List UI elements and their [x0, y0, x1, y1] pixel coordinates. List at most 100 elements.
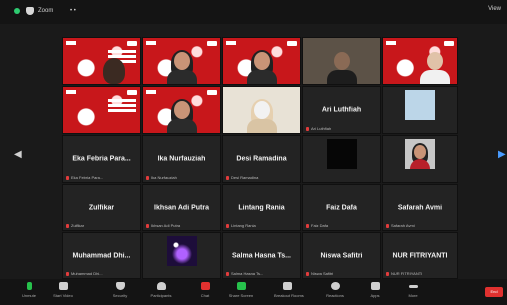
mic-muted-icon — [66, 175, 69, 180]
name-tile[interactable]: Muhammad Dhi... Muhammad Dhi... — [62, 232, 141, 279]
participant-label: Eka Febria Para... — [66, 175, 103, 180]
participant-video — [419, 50, 450, 84]
name-tile[interactable]: Safarah Avmi Safarah Avmi — [382, 184, 458, 231]
previous-page-arrow-icon[interactable]: ◀ — [14, 150, 22, 160]
name-tile[interactable]: Ikhsan Adi Putra Ikhsan Adi Putra — [142, 184, 221, 231]
participant-label: Niswa Safitri — [306, 271, 333, 276]
participant-name: Salma Hasna Ts... — [231, 252, 291, 259]
next-page-arrow-icon[interactable]: ▶ — [498, 150, 506, 160]
participant-video — [103, 58, 125, 84]
participant-name: Desi Ramadina — [236, 155, 287, 163]
slide-video — [63, 38, 140, 84]
name-tile[interactable]: Lintang Rania Lintang Rania — [222, 184, 301, 231]
participant-name: Ari Luthfiah — [321, 106, 362, 114]
breakout-rooms-icon — [282, 282, 292, 290]
gallery-grid: Ari Luthfiah Ari Luthfiah Eka Febria Par… — [62, 37, 458, 279]
participant-video — [326, 50, 357, 84]
video-tile[interactable] — [222, 86, 301, 134]
video-camera-icon — [58, 282, 68, 290]
start-video-button[interactable]: Start Video — [50, 282, 76, 298]
share-screen-button[interactable]: Share Screen — [228, 282, 254, 298]
name-tile[interactable]: Niswa Safitri Niswa Safitri — [302, 232, 381, 279]
mic-muted-icon — [66, 271, 69, 276]
mic-muted-icon — [306, 223, 309, 228]
video-tile[interactable] — [62, 37, 141, 85]
mic-muted-icon — [306, 271, 309, 276]
name-tile[interactable]: Salma Hasna Ts... Salma Hasna Ts... — [222, 232, 301, 279]
video-tile[interactable] — [302, 37, 381, 85]
name-tile[interactable]: Ika Nurfauziah Ika Nurfauziah — [142, 135, 221, 183]
participant-label: Salma Hasna Ts... — [226, 271, 263, 276]
participant-name: Muhammad Dhi... — [72, 252, 131, 259]
window-title: Zoom — [38, 8, 54, 14]
mic-muted-icon — [386, 271, 389, 276]
mic-muted-icon — [386, 223, 389, 228]
video-tile[interactable] — [142, 86, 221, 134]
participant-video — [166, 50, 197, 84]
chat-button[interactable]: Chat — [192, 282, 218, 298]
name-tile[interactable]: Eka Febria Para... Eka Febria Para... — [62, 135, 141, 183]
share-screen-icon — [236, 282, 246, 290]
video-tile[interactable] — [382, 37, 458, 85]
name-tile[interactable]: NUR FITRIYANTI NUR FITRIYANTI — [382, 232, 458, 279]
mic-muted-icon — [306, 126, 309, 131]
participant-name: Ika Nurfauziah — [157, 155, 206, 163]
name-tile[interactable]: Desi Ramadina Desi Ramadina — [222, 135, 301, 183]
participant-label: Lintang Rania — [226, 223, 256, 228]
participant-name: Zulfikar — [88, 204, 115, 211]
profile-picture — [326, 139, 357, 169]
end-meeting-button[interactable]: End — [485, 287, 503, 297]
apps-button[interactable]: Apps — [362, 282, 388, 298]
participant-video — [166, 99, 197, 133]
more-dots-icon[interactable]: • • — [70, 6, 76, 16]
participants-button[interactable]: Participants — [148, 282, 174, 298]
shield-icon — [115, 282, 125, 290]
slide-video — [63, 87, 140, 133]
name-tile[interactable]: Zulfikar Zulfikar — [62, 184, 141, 231]
participant-name: Faiz Dafa — [326, 204, 357, 211]
participant-label: NUR FITRIYANTI — [386, 271, 422, 276]
mic-muted-icon — [226, 271, 229, 276]
name-tile[interactable]: Ari Luthfiah Ari Luthfiah — [302, 86, 381, 134]
security-button[interactable]: Security — [107, 282, 133, 298]
photo-tile[interactable] — [382, 135, 458, 183]
mic-muted-icon — [66, 223, 69, 228]
participant-name: Lintang Rania — [238, 204, 285, 211]
video-tile[interactable] — [222, 37, 301, 85]
participant-name: NUR FITRIYANTI — [392, 252, 448, 259]
participant-label: Ikhsan Adi Putra — [146, 223, 180, 228]
reactions-button[interactable]: Reactions — [322, 282, 348, 298]
participant-label: Faiz Dafa — [306, 223, 328, 228]
participant-name: Niswa Safitri — [320, 252, 363, 259]
mic-muted-icon — [146, 223, 149, 228]
shield-icon[interactable] — [26, 7, 34, 15]
view-button[interactable]: View — [488, 6, 501, 12]
breakout-rooms-button[interactable]: Breakout Rooms — [274, 282, 304, 298]
profile-picture — [405, 139, 435, 169]
participant-video — [246, 99, 277, 133]
photo-tile[interactable] — [302, 135, 381, 183]
connection-status-icon — [14, 8, 20, 14]
chat-bubble-icon — [200, 282, 210, 290]
meeting-toolbar: Unmute Start Video Security Participants… — [0, 279, 507, 305]
photo-tile[interactable] — [382, 86, 458, 134]
more-button[interactable]: More — [400, 282, 426, 298]
participant-label: Zulfikar — [66, 223, 84, 228]
mic-muted-icon — [226, 223, 229, 228]
profile-picture — [166, 236, 197, 266]
participant-label: Muhammad Dhi... — [66, 271, 103, 276]
reactions-icon — [330, 282, 340, 290]
unmute-button[interactable]: Unmute — [16, 282, 42, 298]
participant-label: Ari Luthfiah — [306, 126, 331, 131]
profile-picture — [405, 90, 435, 120]
participant-name: Safarah Avmi — [397, 204, 443, 211]
video-tile[interactable] — [142, 37, 221, 85]
mic-muted-icon — [226, 175, 229, 180]
photo-tile[interactable] — [142, 232, 221, 279]
video-tile[interactable] — [62, 86, 141, 134]
top-bar: Zoom • • View — [0, 0, 507, 24]
name-tile[interactable]: Faiz Dafa Faiz Dafa — [302, 184, 381, 231]
participant-video — [246, 50, 277, 84]
microphone-icon — [26, 282, 32, 290]
participant-label: Safarah Avmi — [386, 223, 415, 228]
